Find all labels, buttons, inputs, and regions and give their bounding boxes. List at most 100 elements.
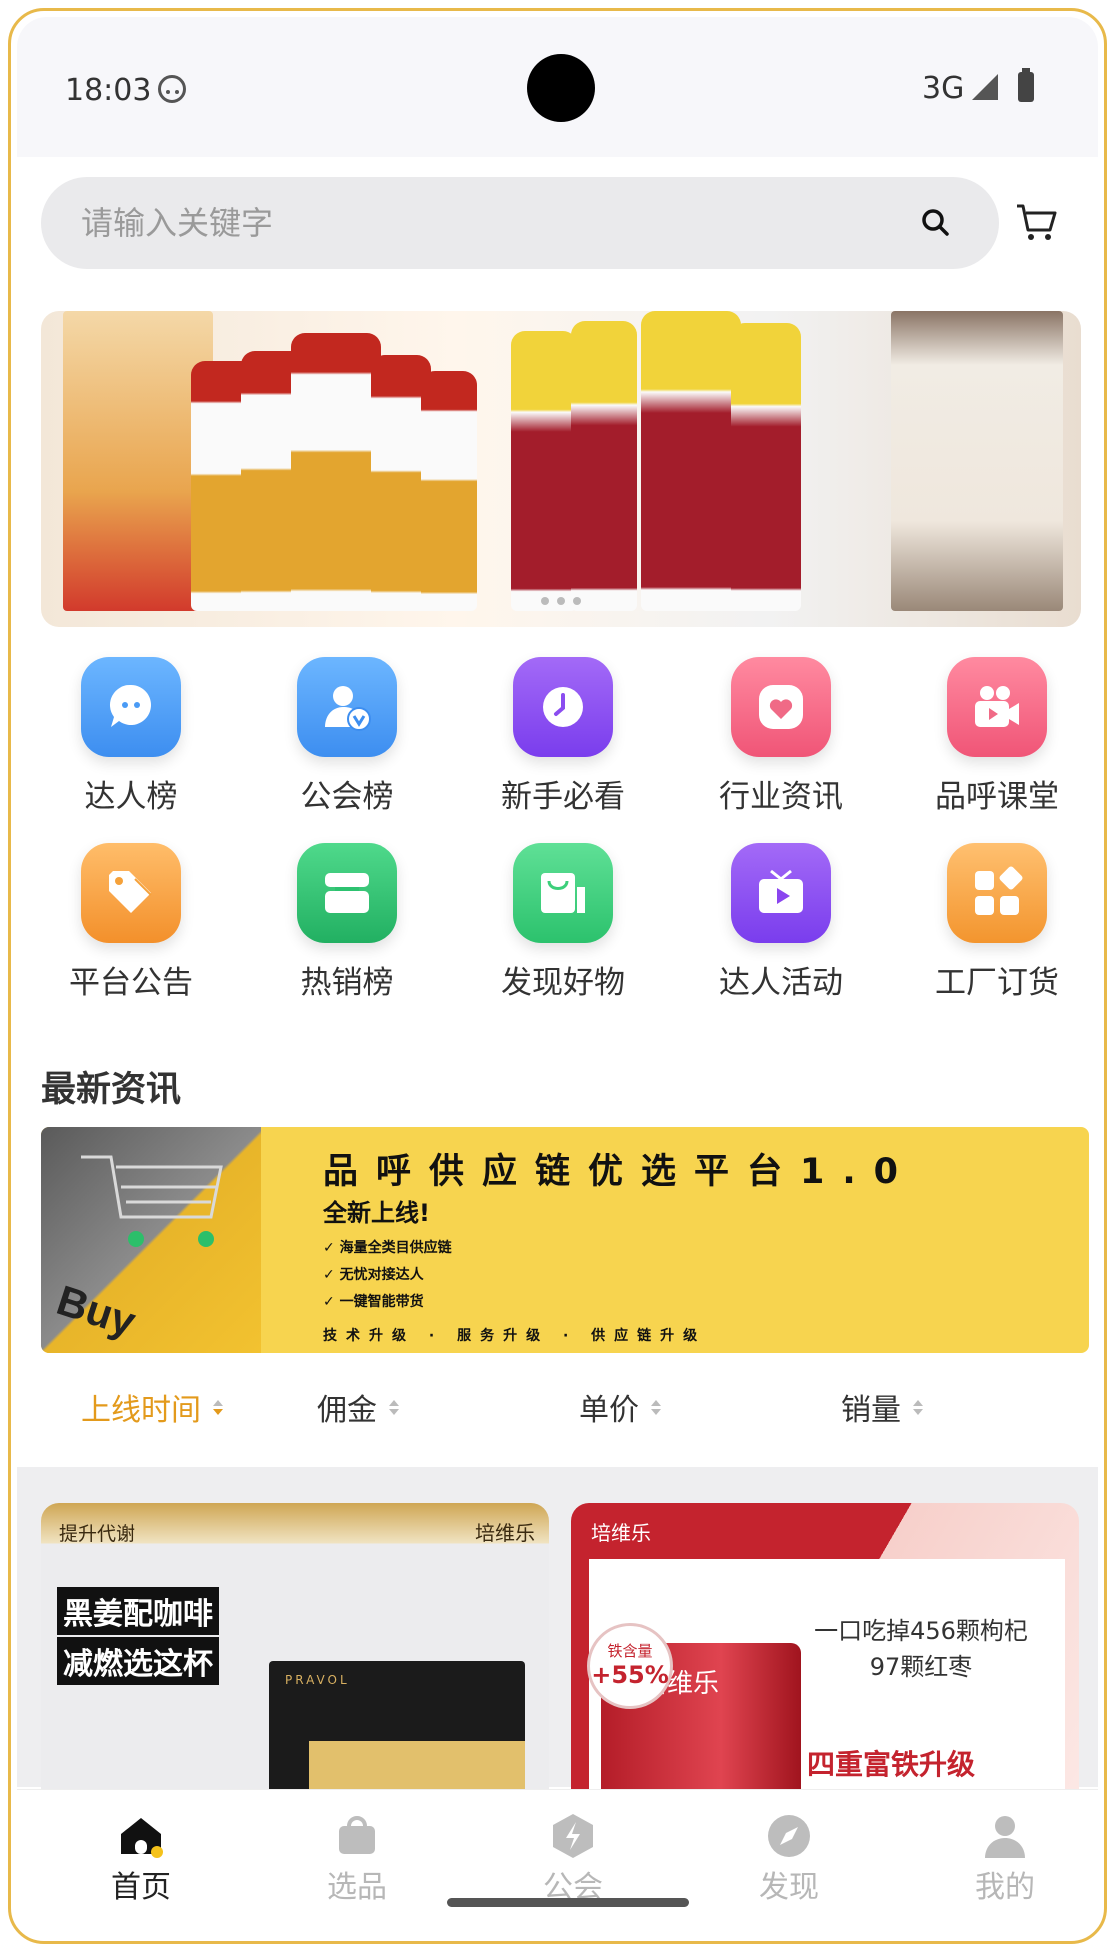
home-indicator[interactable] [447,1898,689,1907]
user-icon [985,1816,1025,1858]
quote-line: 一口吃掉456颗枸杞 [814,1617,1028,1645]
product-card[interactable]: 提升代谢 培维乐 黑姜配咖啡 减燃选这杯 PRAVOL [41,1503,549,1803]
grid-label: 新手必看 [501,779,625,815]
news-point: ✓ 一键智能带货 [323,1294,424,1310]
network-type: 3G [922,71,965,106]
home-icon [121,1818,163,1858]
battery-icon [1018,68,1034,102]
compass-icon [768,1815,810,1857]
search-bar[interactable] [41,177,999,269]
tv-play-icon [731,843,831,943]
tab-discover[interactable]: 发现 [719,1812,859,1906]
store-icon [297,843,397,943]
grid-label: 发现好物 [501,965,625,1001]
product-quote: 一口吃掉456颗枸杞 97颗红枣 [791,1613,1051,1685]
product-brand: 培维乐 [475,1521,535,1545]
tag-icon [81,843,181,943]
liquor-bottle [291,333,381,611]
guild-bolt-icon [553,1814,593,1858]
grid-item-industry-news[interactable]: 行业资讯 [681,657,881,816]
shopping-bag-icon [513,843,613,943]
grid-item-factory-order[interactable]: 工厂订货 [897,843,1097,1002]
sort-label: 单价 [579,1393,639,1428]
cart-illustration-icon: Buy [51,1155,223,1346]
notification-face-icon [158,75,186,103]
promo-banner[interactable] [41,311,1081,627]
grid-label: 公会榜 [300,779,394,815]
product-package: PRAVOL [269,1661,525,1803]
liquor-bottle [641,311,741,611]
grid-label: 品呼课堂 [935,779,1059,815]
iron-badge: 铁含量 +55% [587,1623,673,1709]
grid-item-talent-rank[interactable]: 达人榜 [31,657,231,816]
grid-item-pinhu-class[interactable]: 品呼课堂 [897,657,1097,816]
clock-icon [513,657,613,757]
grid-label: 工厂订货 [935,965,1059,1001]
product-headline: 黑姜配咖啡 [57,1587,219,1635]
sort-arrows-icon [389,1399,399,1415]
tab-home[interactable]: 首页 [71,1812,211,1906]
front-camera [527,54,595,122]
device-frame: 18:03 3G 达人榜 公会榜 [8,8,1107,1944]
grid-label: 平台公告 [69,965,193,1001]
package-label: PRAVOL [285,1673,350,1687]
sort-arrows-icon [913,1399,923,1415]
banner-pagination [541,597,581,605]
tab-guild[interactable]: 公会 [503,1812,643,1906]
tab-label: 我的 [975,1870,1035,1905]
grid-item-newbie-guide[interactable]: 新手必看 [463,657,663,816]
grid-item-talent-activity[interactable]: 达人活动 [681,843,881,1002]
news-point: ✓ 无忧对接达人 [323,1267,424,1283]
sort-sales[interactable]: 销量 [841,1385,923,1429]
grid-item-platform-notice[interactable]: 平台公告 [31,843,231,1002]
cart-icon[interactable] [1015,200,1059,244]
tab-select[interactable]: 选品 [287,1812,427,1906]
product-card[interactable]: 培维乐 培维乐 铁含量 +55% 一口吃掉456颗枸杞 97颗红枣 四重富铁升级 [571,1503,1079,1803]
grid-item-discover-goods[interactable]: 发现好物 [463,843,663,1002]
video-camera-icon [947,657,1047,757]
signal-icon [972,74,998,100]
sort-label: 销量 [841,1393,901,1428]
shopping-cart-image: Buy [41,1127,261,1353]
search-icon[interactable] [921,208,949,236]
badge-label: 铁含量 [607,1642,653,1660]
sort-label: 佣金 [317,1393,377,1428]
news-point: ✓ 海量全类目供应链 [323,1240,452,1256]
grid-label: 达人榜 [84,779,178,815]
news-title: 品呼供应链优选平台1.0 [323,1152,917,1192]
news-banner[interactable]: Buy 品呼供应链优选平台1.0 全新上线! ✓ 海量全类目供应链 ✓ 无忧对接… [41,1127,1089,1353]
search-input[interactable] [81,177,881,269]
quote-line: 97颗红枣 [869,1653,973,1681]
app-screen: 18:03 3G 达人榜 公会榜 [17,17,1098,1935]
liquor-bottle [511,331,577,611]
grid-item-guild-rank[interactable]: 公会榜 [247,657,447,816]
news-footer: 技术升级 · 服务升级 · 供应链升级 [323,1328,707,1344]
sort-commission[interactable]: 佣金 [317,1385,399,1429]
liquor-box-right [891,311,1063,611]
product-headline: 减燃选这杯 [57,1637,219,1685]
status-bar: 18:03 3G [17,17,1098,157]
shopping-bag-icon [339,1816,375,1854]
section-title-news: 最新资讯 [41,1070,182,1110]
liquor-bottle [421,371,477,611]
sort-bar: 上线时间 佣金 单价 销量 [17,1367,1098,1447]
sort-unit-price[interactable]: 单价 [579,1385,661,1429]
news-points: ✓ 海量全类目供应链 ✓ 无忧对接达人 ✓ 一键智能带货 [323,1235,452,1316]
bottom-tab-bar: 首页 选品 公会 发现 我的 [17,1789,1098,1935]
sort-label: 上线时间 [81,1393,201,1428]
news-image-text: Buy [51,1276,142,1345]
liquor-bottle [731,323,801,611]
liquor-bottle [571,321,637,611]
tab-label: 首页 [111,1870,171,1905]
product-list: 提升代谢 培维乐 黑姜配咖啡 减燃选这杯 PRAVOL 培维乐 培维乐 铁含量 +… [17,1467,1098,1803]
product-brand: 培维乐 [591,1521,651,1545]
sort-arrows-icon [651,1399,661,1415]
grid-label: 行业资讯 [719,779,843,815]
grid-label: 热销榜 [300,965,394,1001]
heart-icon [731,657,831,757]
sort-arrows-icon [213,1399,223,1415]
sort-launch-time[interactable]: 上线时间 [81,1385,223,1429]
verified-user-icon [297,657,397,757]
tab-mine[interactable]: 我的 [935,1812,1075,1906]
grid-item-hot-sales[interactable]: 热销榜 [247,843,447,1002]
